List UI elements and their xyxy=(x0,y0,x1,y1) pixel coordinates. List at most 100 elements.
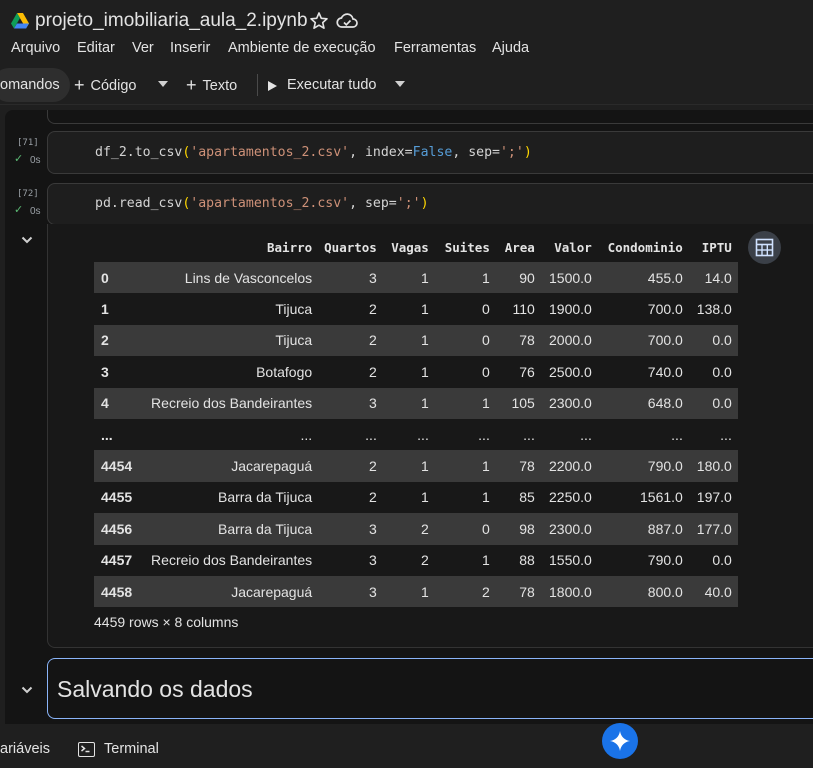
table-cell: ... xyxy=(580,426,592,443)
add-code-label: Código xyxy=(90,78,137,94)
menu-ambiente[interactable]: Ambiente de execução xyxy=(228,40,376,56)
cloud-saved-icon[interactable] xyxy=(336,11,358,31)
table-cell: 2500.0 xyxy=(549,363,592,380)
code-keyword: False xyxy=(412,145,453,160)
table-row: 1 Tijuca 2 1 0 110 1900.0 700.0 138.0 xyxy=(94,293,738,324)
table-cell: 2200.0 xyxy=(540,450,598,482)
table-row: 4457 Recreio dos Bandeirantes 3 2 1 88 1550.0 7… xyxy=(94,545,738,576)
table-cell: ... xyxy=(417,426,429,443)
table-cell: 1 xyxy=(382,575,435,608)
row-index: 1 xyxy=(101,301,109,318)
exec-time: 0s xyxy=(30,206,41,217)
dataframe-shape: 4459 rows × 8 columns xyxy=(94,614,239,630)
table-cell: 180.0 xyxy=(688,450,738,482)
menu-inserir[interactable]: Inserir xyxy=(170,40,210,56)
table-cell: ... xyxy=(523,426,535,443)
table-cell: 887.0 xyxy=(597,513,689,545)
menu-ajuda[interactable]: Ajuda xyxy=(492,40,529,56)
table-cell: 1800.0 xyxy=(540,575,598,608)
menu-ver[interactable]: Ver xyxy=(132,40,154,56)
code-line[interactable]: pd.read_csv('apartamentos_2.csv', sep=';… xyxy=(95,196,429,211)
table-cell: 455.0 xyxy=(597,262,689,294)
table-cell: 1 xyxy=(382,262,435,294)
code-string: ';' xyxy=(396,196,421,211)
terminal-icon[interactable] xyxy=(78,742,95,757)
table-cell: 0.0 xyxy=(712,552,732,569)
table-cell: 1 xyxy=(382,324,435,357)
collapse-section-chevron-icon[interactable] xyxy=(21,684,33,696)
table-cell: 90 xyxy=(495,262,541,294)
table-cell: ... xyxy=(365,426,377,443)
toolbar-divider xyxy=(257,74,258,96)
plus-icon: + xyxy=(186,75,197,95)
commands-button[interactable]: omandos xyxy=(0,68,70,102)
table-cell: ... xyxy=(720,426,732,443)
table-cell: 1 xyxy=(434,387,496,419)
code-string: ';' xyxy=(499,145,524,160)
row-index: 4456 xyxy=(94,513,139,545)
table-cell: 2300.0 xyxy=(540,387,598,419)
notebook-title[interactable]: projeto_imobiliaria_aula_2.ipynb xyxy=(35,10,308,32)
status-bar: /ariáveis Terminal xyxy=(0,732,813,768)
table-cell: 1 xyxy=(434,262,496,294)
table-cell: 177.0 xyxy=(688,513,738,545)
dataframe-table: Bairro Quartos Vagas Suites Area Valor C… xyxy=(94,232,738,608)
column-header: Quartos xyxy=(324,239,377,255)
table-cell: 3 xyxy=(318,387,383,419)
run-all-button[interactable]: Executar tudo xyxy=(287,68,376,102)
table-icon xyxy=(755,238,774,257)
table-cell: 14.0 xyxy=(688,262,738,294)
convert-to-interactive-table-button[interactable] xyxy=(748,231,781,264)
table-row: 4456 Barra da Tijuca 3 2 0 98 2300.0 887.0 177.0 xyxy=(94,513,738,545)
table-cell: 2 xyxy=(434,575,496,608)
row-index: 2 xyxy=(94,324,139,357)
google-drive-icon[interactable] xyxy=(11,13,29,29)
star-icon[interactable] xyxy=(309,11,329,31)
code-string: 'apartamentos_2.csv' xyxy=(190,196,350,211)
plus-icon: + xyxy=(74,75,85,95)
table-cell: 76 xyxy=(519,363,535,380)
table-cell: 0 xyxy=(482,301,490,318)
table-row: 4458 Jacarepaguá 3 1 2 78 1800.0 800.0 40.0 xyxy=(94,575,738,608)
table-cell: 1 xyxy=(382,450,435,482)
row-index: 4455 xyxy=(101,489,133,506)
table-cell: 2 xyxy=(369,301,377,318)
column-header: Valor xyxy=(554,239,592,255)
menu-ferramentas[interactable]: Ferramentas xyxy=(394,40,476,56)
menu-editar[interactable]: Editar xyxy=(77,40,115,56)
table-cell: 1 xyxy=(482,552,490,569)
table-cell: 0.0 xyxy=(712,363,732,380)
table-cell: 1900.0 xyxy=(549,301,592,318)
code-line[interactable]: df_2.to_csv('apartamentos_2.csv', index=… xyxy=(95,145,532,160)
chevron-down-icon[interactable] xyxy=(395,81,405,87)
code-kw: index= xyxy=(364,145,413,160)
terminal-button[interactable]: Terminal xyxy=(104,741,159,757)
toolbar: omandos + Código + Texto Executar tudo xyxy=(0,64,813,105)
table-cell: 105 xyxy=(495,387,541,419)
table-cell: 648.0 xyxy=(597,387,689,419)
row-index: 4 xyxy=(94,387,139,419)
gemini-button[interactable] xyxy=(602,723,638,759)
collapse-output-chevron-icon[interactable] xyxy=(21,234,33,246)
add-code-button[interactable]: + Código xyxy=(74,68,136,102)
table-cell: 2 xyxy=(369,489,377,506)
play-icon xyxy=(268,81,277,91)
table-cell: Lins de Vasconcelos xyxy=(138,262,319,294)
table-cell: 800.0 xyxy=(597,575,689,608)
table-cell: Barra da Tijuca xyxy=(217,489,313,506)
index-header xyxy=(94,232,138,262)
code-kw: sep= xyxy=(468,145,500,160)
table-cell: Barra da Tijuca xyxy=(138,513,319,545)
add-text-button[interactable]: + Texto xyxy=(186,68,237,102)
menu-arquivo[interactable]: Arquivo xyxy=(11,40,60,56)
table-cell: 98 xyxy=(495,513,541,545)
table-cell: ... xyxy=(671,426,683,443)
table-cell: 2 xyxy=(318,324,383,357)
table-cell: 78 xyxy=(495,324,541,357)
table-cell: 88 xyxy=(519,552,535,569)
variables-button[interactable]: /ariáveis xyxy=(0,741,50,757)
exec-count: [72] xyxy=(17,189,39,199)
chevron-down-icon[interactable] xyxy=(158,81,168,87)
table-cell: 85 xyxy=(519,489,535,506)
table-cell: 2 xyxy=(421,552,429,569)
